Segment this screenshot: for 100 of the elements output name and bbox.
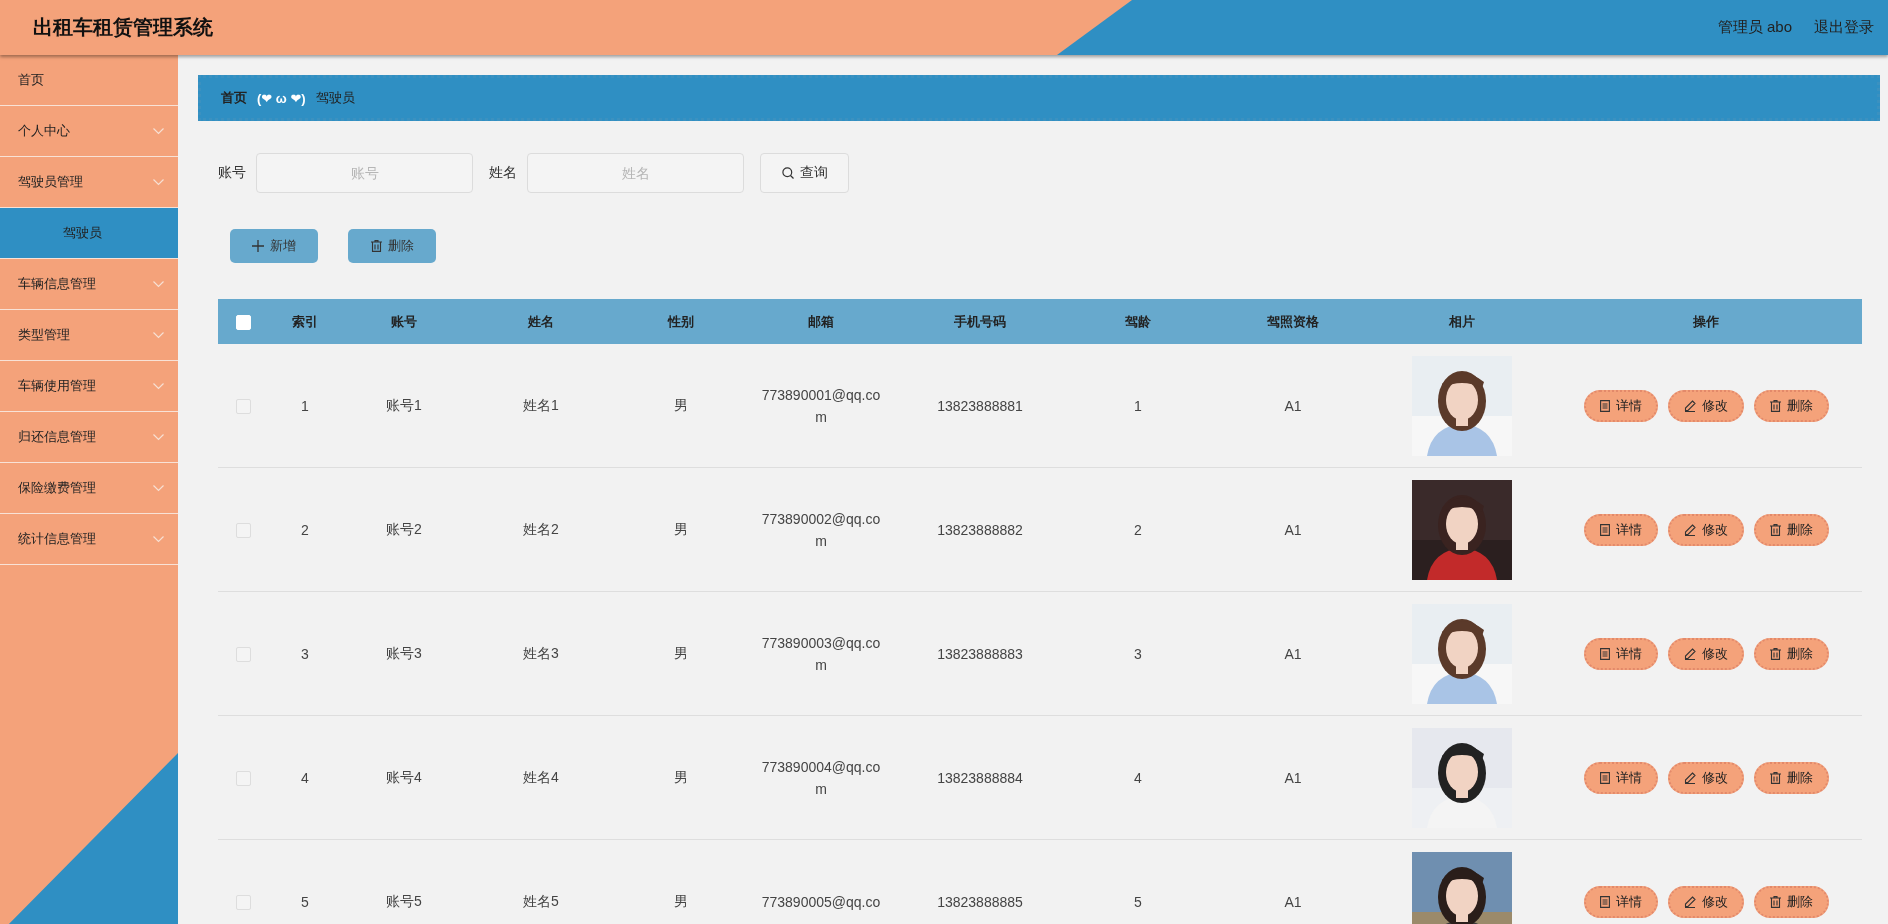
table-cell: 13823888882 [937, 521, 1023, 538]
delete-button[interactable]: 删除 [1753, 389, 1829, 422]
table-cell-text: 773890002@qq.com [760, 509, 882, 551]
delete-button[interactable]: 删除 [1753, 761, 1829, 794]
delete-button[interactable]: 删除 [1753, 637, 1829, 670]
table-cell-text: 773890004@qq.com [760, 757, 882, 799]
column-header: 驾照资格 [1267, 313, 1319, 329]
trash-icon [370, 240, 382, 252]
search-field[interactable]: 姓名 [527, 153, 744, 193]
breadcrumb-current: 驾驶员 [315, 89, 355, 107]
detail-button[interactable]: 详情 [1583, 513, 1658, 546]
delete-button[interactable]: 删除 [1753, 513, 1829, 546]
edit-button[interactable]: 修改 [1667, 885, 1744, 918]
chevron-down-icon [153, 535, 164, 543]
table-cell: 1 [301, 397, 309, 414]
chevron-down-icon [153, 178, 164, 186]
table-cell: 13823888885 [937, 893, 1023, 910]
detail-button[interactable]: 详情 [1583, 885, 1658, 918]
table-cell: 4 [1134, 769, 1142, 786]
table-cell: 账号3 [386, 644, 422, 661]
table-cell: A1 [1284, 521, 1302, 538]
trash-icon [1769, 647, 1781, 660]
delete-button[interactable]: 删除 [1753, 885, 1829, 918]
pencil-icon [1683, 399, 1696, 412]
search-field[interactable]: 账号 [256, 153, 473, 193]
table-cell: 3 [1134, 645, 1142, 662]
document-icon [1599, 523, 1610, 536]
table-cell-text: 773890001@qq.com [760, 385, 882, 427]
chevron-down-icon [153, 331, 164, 339]
table-cell: 2 [301, 521, 309, 538]
trash-icon [1769, 895, 1781, 908]
add-button[interactable]: 新增 [230, 229, 318, 263]
search-icon [781, 167, 794, 179]
edit-button[interactable]: 修改 [1667, 389, 1744, 422]
table-cell: 姓名2 [523, 520, 559, 537]
pencil-icon [1683, 647, 1696, 660]
table-cell: 3 [301, 645, 309, 662]
detail-button[interactable]: 详情 [1583, 389, 1658, 422]
edit-button[interactable]: 修改 [1667, 513, 1744, 546]
search-button[interactable]: 查询 [760, 153, 849, 193]
logout-link[interactable]: 退出登录 [1814, 18, 1874, 37]
table-cell: 5 [1134, 893, 1142, 910]
chevron-down-icon [153, 433, 164, 441]
table-cell-text: 773890005@qq.co [760, 892, 882, 912]
field-label: 姓名 [489, 164, 517, 182]
document-icon [1599, 647, 1610, 660]
table-cell: 男 [674, 892, 688, 909]
plus-icon [252, 240, 264, 252]
table-cell: 账号1 [386, 396, 422, 413]
column-header: 邮箱 [808, 313, 834, 329]
field-label: 账号 [218, 164, 246, 182]
column-header: 性别 [668, 313, 694, 329]
table-cell: 男 [674, 768, 688, 785]
sidebar-subitem[interactable]: 驾驶员 [0, 208, 178, 259]
trash-icon [1769, 523, 1781, 536]
column-header: 相片 [1449, 313, 1475, 329]
table-cell: 账号2 [386, 520, 422, 537]
table-cell: A1 [1284, 397, 1302, 414]
table-cell: 姓名1 [523, 396, 559, 413]
chevron-down-icon [153, 484, 164, 492]
breadcrumb-link[interactable]: 首页 [221, 89, 247, 107]
delete-button[interactable]: 删除 [348, 229, 436, 263]
pencil-icon [1683, 771, 1696, 784]
column-header: 操作 [1693, 313, 1719, 329]
edit-button[interactable]: 修改 [1667, 637, 1744, 670]
chevron-down-icon [153, 382, 164, 390]
table-cell: A1 [1284, 893, 1302, 910]
document-icon [1599, 399, 1610, 412]
table-cell: 13823888884 [937, 769, 1023, 786]
table-cell: 13823888883 [937, 645, 1023, 662]
document-icon [1599, 771, 1610, 784]
trash-icon [1769, 399, 1781, 412]
app-title: 出租车租赁管理系统 [33, 15, 213, 40]
column-header: 账号 [391, 313, 417, 329]
table-cell: 1 [1134, 397, 1142, 414]
chevron-down-icon [153, 127, 164, 135]
pencil-icon [1683, 895, 1696, 908]
table-cell: 账号5 [386, 892, 422, 909]
table-cell: 4 [301, 769, 309, 786]
detail-button[interactable]: 详情 [1583, 761, 1658, 794]
edit-button[interactable]: 修改 [1667, 761, 1744, 794]
chevron-down-icon [153, 280, 164, 288]
table-cell: 13823888881 [937, 397, 1023, 414]
table-cell: 2 [1134, 521, 1142, 538]
document-icon [1599, 895, 1610, 908]
user-label: 管理员 abo [1717, 18, 1792, 37]
table-cell: 男 [674, 520, 688, 537]
table-cell-text: 773890003@qq.com [760, 633, 882, 675]
detail-button[interactable]: 详情 [1583, 637, 1658, 670]
table-cell: A1 [1284, 769, 1302, 786]
select-all-checkbox[interactable] [235, 314, 251, 330]
column-header: 驾龄 [1125, 313, 1151, 329]
column-header: 姓名 [528, 313, 554, 329]
table-cell: 男 [674, 644, 688, 661]
column-header: 手机号码 [954, 313, 1006, 329]
table-cell: 账号4 [386, 768, 422, 785]
table-cell: 5 [301, 893, 309, 910]
table-cell: 姓名3 [523, 644, 559, 661]
column-header: 索引 [292, 313, 318, 329]
breadcrumb-separator: (❤ ω ❤) [257, 90, 306, 106]
